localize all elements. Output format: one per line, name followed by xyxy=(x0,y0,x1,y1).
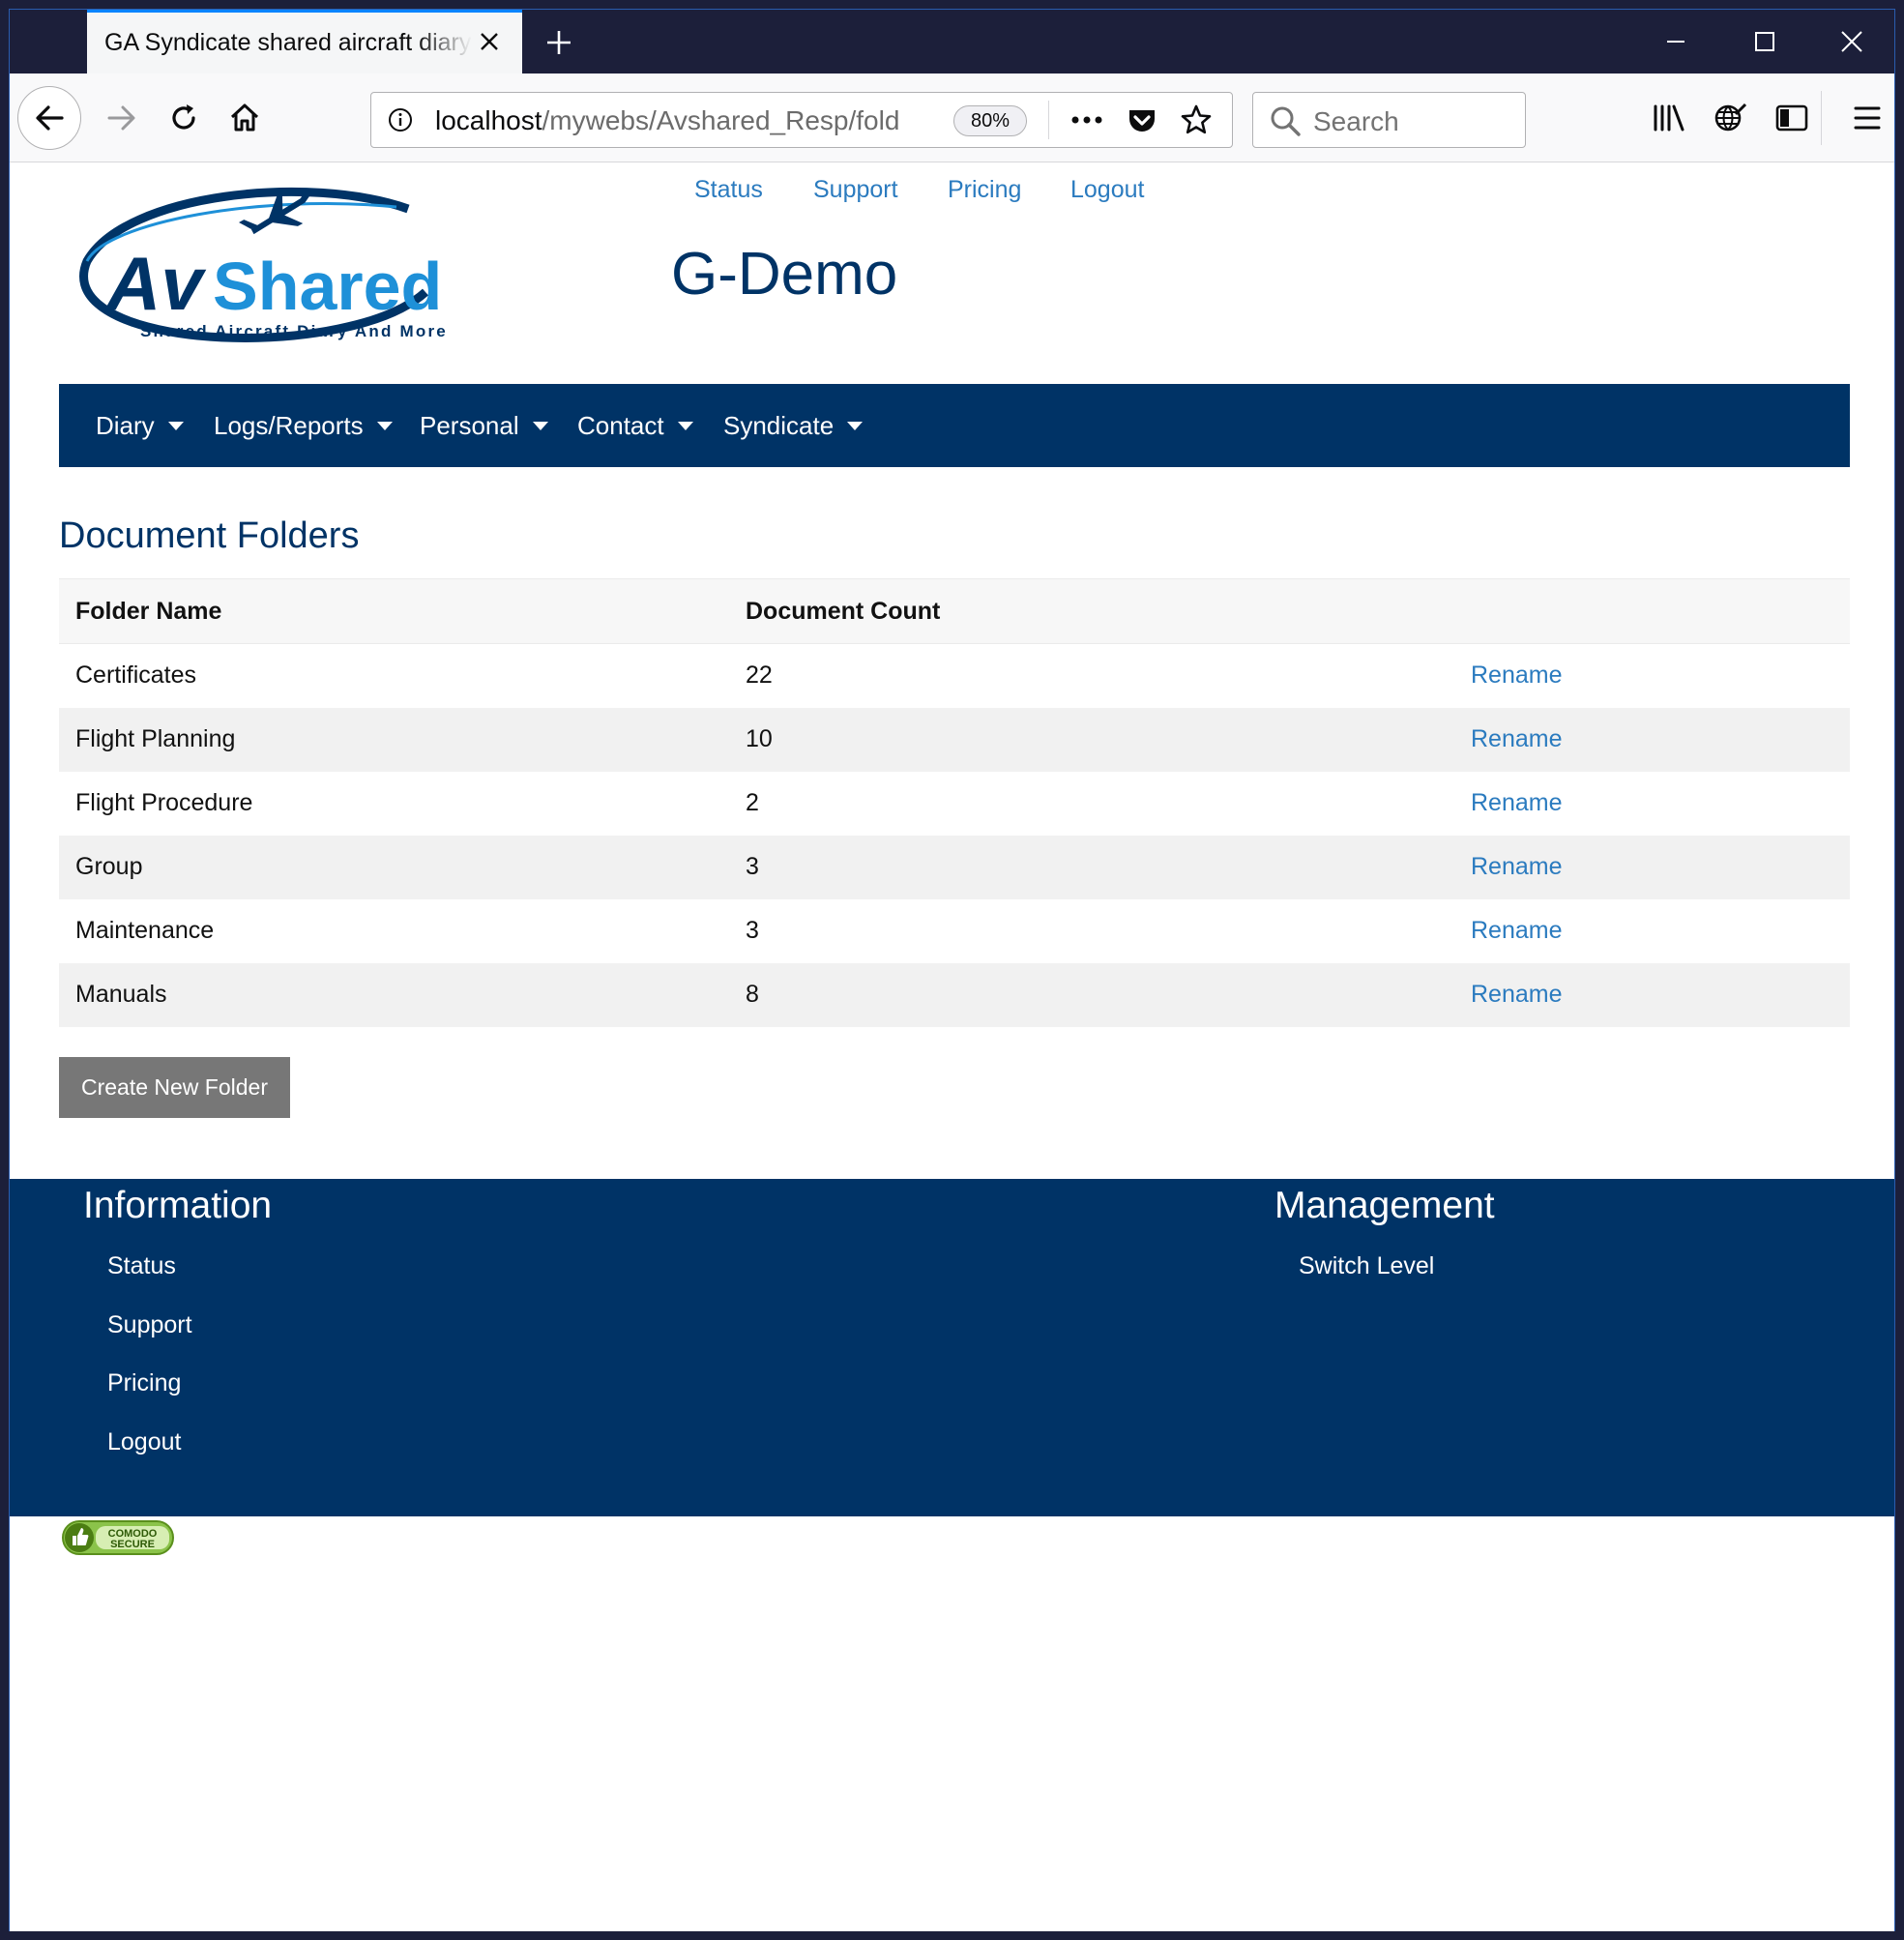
logo-tagline: Shared Aircraft Diary And More xyxy=(140,322,448,340)
search-bar[interactable]: Search xyxy=(1252,92,1526,148)
nav-item-syndicate[interactable]: Syndicate xyxy=(723,411,864,441)
badge-secure-text: SECURE xyxy=(110,1539,155,1550)
minimize-icon[interactable] xyxy=(1632,10,1719,73)
footer-link-switch-level[interactable]: Switch Level xyxy=(1299,1252,1434,1280)
home-icon[interactable] xyxy=(218,91,272,145)
column-header-folder-name: Folder Name xyxy=(59,578,729,644)
translate-globe-icon[interactable] xyxy=(1703,91,1757,145)
footer-link-support[interactable]: Support xyxy=(107,1311,192,1339)
document-count: 3 xyxy=(729,835,1454,899)
avshared-logo[interactable]: Av Shared Shared Aircraft Diary And More xyxy=(68,184,474,377)
footer-link-logout[interactable]: Logout xyxy=(107,1428,181,1456)
tab-close-icon[interactable] xyxy=(474,26,505,57)
table-row: Group 3 Rename xyxy=(59,835,1850,899)
footer-information-heading: Information xyxy=(83,1185,273,1226)
folders-table: Folder Name Document Count Certificates … xyxy=(59,578,1850,1027)
document-count: 10 xyxy=(729,707,1454,772)
folder-name: Certificates xyxy=(59,643,729,708)
caret-down-icon xyxy=(376,422,393,430)
top-link-pricing[interactable]: Pricing xyxy=(948,176,1021,204)
nav-item-contact[interactable]: Contact xyxy=(577,411,693,441)
table-row: Flight Planning 10 Rename xyxy=(59,707,1850,772)
rename-link[interactable]: Rename xyxy=(1454,898,1850,963)
caret-down-icon xyxy=(532,422,548,430)
search-input[interactable]: Search xyxy=(1313,106,1399,137)
folder-name: Group xyxy=(59,835,729,899)
rename-link[interactable]: Rename xyxy=(1454,962,1850,1027)
document-count: 2 xyxy=(729,771,1454,836)
reload-icon[interactable] xyxy=(157,91,211,145)
caret-down-icon xyxy=(167,422,184,430)
table-header-row: Folder Name Document Count xyxy=(59,578,1850,644)
rename-link[interactable]: Rename xyxy=(1454,835,1850,899)
logo-wordmark-shared: Shared xyxy=(213,249,442,324)
top-link-logout[interactable]: Logout xyxy=(1070,176,1144,204)
maximize-icon[interactable] xyxy=(1721,10,1808,73)
back-arrow-icon[interactable] xyxy=(17,86,81,150)
nav-item-label: Syndicate xyxy=(723,411,835,440)
library-icon[interactable] xyxy=(1642,91,1696,145)
document-count: 22 xyxy=(729,643,1454,708)
rename-link[interactable]: Rename xyxy=(1454,771,1850,836)
table-row: Flight Procedure 2 Rename xyxy=(59,771,1850,836)
sidebar-toggle-icon[interactable] xyxy=(1765,91,1819,145)
table-row: Manuals 8 Rename xyxy=(59,962,1850,1027)
toolbar-separator xyxy=(1821,91,1822,145)
top-link-support[interactable]: Support xyxy=(813,176,898,204)
window-close-icon[interactable] xyxy=(1808,10,1895,73)
browser-window: GA Syndicate shared aircraft diary by lo… xyxy=(9,9,1895,1931)
main-navigation: Diary Logs/Reports Personal Contact Synd… xyxy=(59,384,1850,467)
caret-down-icon xyxy=(847,422,864,430)
new-tab-plus-icon[interactable] xyxy=(540,23,578,62)
search-icon xyxy=(1269,104,1302,142)
tab-strip: GA Syndicate shared aircraft diary by xyxy=(10,10,1894,73)
site-title: G-Demo xyxy=(671,241,898,308)
site-info-icon[interactable] xyxy=(387,106,414,138)
footer-link-status[interactable]: Status xyxy=(107,1252,176,1280)
pocket-icon[interactable] xyxy=(1126,104,1158,142)
page-title: Document Folders xyxy=(59,515,360,556)
browser-toolbar: localhost/mywebs/Avshared_Resp/fold 80% … xyxy=(10,73,1894,162)
nav-item-label: Diary xyxy=(96,411,155,440)
footer-link-pricing[interactable]: Pricing xyxy=(107,1369,181,1397)
nav-item-personal[interactable]: Personal xyxy=(420,411,548,441)
create-new-folder-button[interactable]: Create New Folder xyxy=(59,1057,290,1118)
zoom-level-badge[interactable]: 80% xyxy=(953,105,1027,136)
document-count: 3 xyxy=(729,898,1454,963)
column-header-actions xyxy=(1454,578,1850,644)
rename-link[interactable]: Rename xyxy=(1454,707,1850,772)
column-header-document-count: Document Count xyxy=(729,578,1454,644)
tab-title: GA Syndicate shared aircraft diary by xyxy=(104,29,472,56)
nav-item-label: Logs/Reports xyxy=(214,411,364,440)
footer-management-heading: Management xyxy=(1274,1185,1495,1226)
nav-item-label: Personal xyxy=(420,411,519,440)
browser-tab[interactable]: GA Syndicate shared aircraft diary by xyxy=(87,10,522,73)
page-actions-icon[interactable] xyxy=(1069,108,1104,136)
top-link-status[interactable]: Status xyxy=(694,176,763,204)
caret-down-icon xyxy=(677,422,693,430)
url-text[interactable]: localhost/mywebs/Avshared_Resp/fold xyxy=(435,105,899,136)
table-row: Certificates 22 Rename xyxy=(59,643,1850,708)
nav-item-label: Contact xyxy=(577,411,664,440)
address-bar[interactable]: localhost/mywebs/Avshared_Resp/fold 80% xyxy=(370,92,1233,148)
nav-item-diary[interactable]: Diary xyxy=(96,411,184,441)
forward-arrow-icon[interactable] xyxy=(95,91,149,145)
menu-hamburger-icon[interactable] xyxy=(1840,91,1894,145)
logo-wordmark-av: Av xyxy=(104,241,206,326)
url-separator xyxy=(1048,101,1049,139)
site-footer: Information Status Support Pricing Logou… xyxy=(10,1179,1894,1516)
comodo-secure-badge[interactable]: COMODO SECURE xyxy=(61,1518,175,1557)
web-page: Av Shared Shared Aircraft Diary And More… xyxy=(10,162,1894,1931)
folder-name: Flight Procedure xyxy=(59,771,729,836)
document-count: 8 xyxy=(729,962,1454,1027)
folder-name: Manuals xyxy=(59,962,729,1027)
folder-name: Maintenance xyxy=(59,898,729,963)
bookmark-star-icon[interactable] xyxy=(1180,103,1213,141)
table-row: Maintenance 3 Rename xyxy=(59,898,1850,963)
rename-link[interactable]: Rename xyxy=(1454,643,1850,708)
nav-item-logs-reports[interactable]: Logs/Reports xyxy=(214,411,393,441)
folder-name: Flight Planning xyxy=(59,707,729,772)
